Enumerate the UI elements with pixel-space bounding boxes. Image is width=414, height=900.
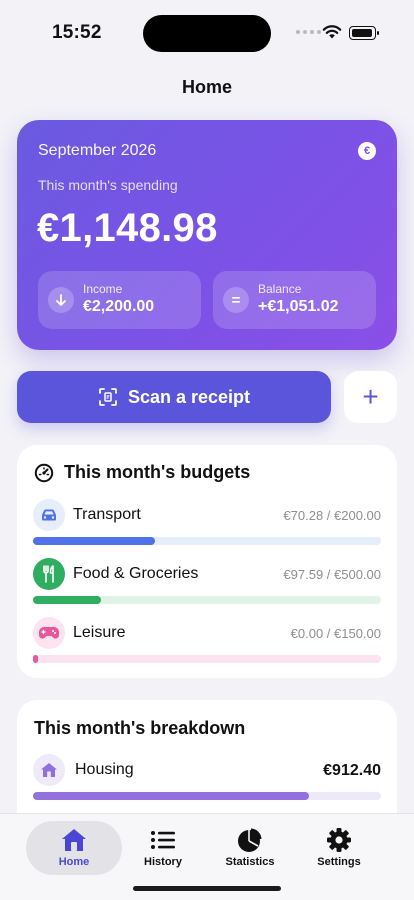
- budget-amount: €70.28 / €200.00: [283, 508, 381, 523]
- monthly-summary-card: September 2026 € This month's spending €…: [17, 120, 397, 350]
- budget-row-food[interactable]: Food & Groceries €97.59 / €500.00: [33, 558, 381, 608]
- budgets-title: This month's budgets: [64, 462, 251, 482]
- breakdown-progress-fill: [33, 792, 310, 800]
- cellular-signal-icon: [296, 30, 321, 34]
- house-icon: [33, 754, 65, 786]
- budget-amount: €0.00 / €150.00: [290, 626, 381, 641]
- budgets-header: This month's budgets: [34, 462, 250, 483]
- equals-icon: =: [223, 287, 249, 313]
- month-label: September 2026: [38, 142, 157, 159]
- wifi-icon: [322, 25, 342, 39]
- battery-icon: [349, 26, 379, 40]
- breakdown-progress-track: [33, 792, 381, 800]
- spending-label: This month's spending: [38, 177, 178, 193]
- spending-amount: €1,148.98: [37, 206, 218, 250]
- status-bar: 15:52: [0, 0, 414, 64]
- budget-progress-fill: [33, 537, 156, 545]
- house-icon: [62, 829, 86, 851]
- scan-icon: [99, 388, 117, 406]
- breakdown-row-housing[interactable]: Housing €912.40: [33, 754, 381, 804]
- budget-row-transport[interactable]: Transport €70.28 / €200.00: [33, 499, 381, 549]
- budget-progress-track: [33, 537, 381, 545]
- tab-label: Home: [58, 856, 90, 868]
- pie-chart-icon: [238, 828, 262, 852]
- tab-label: Statistics: [225, 856, 275, 868]
- breakdown-name: Housing: [75, 761, 134, 778]
- car-icon: [33, 499, 65, 531]
- budget-name: Food & Groceries: [73, 565, 199, 582]
- home-indicator: [133, 886, 281, 891]
- arrow-down-icon: [48, 287, 74, 313]
- utensils-icon: [33, 558, 65, 590]
- breakdown-amount: €912.40: [323, 762, 381, 779]
- tab-statistics[interactable]: Statistics: [202, 821, 298, 875]
- budget-progress-track: [33, 655, 381, 663]
- balance-value: +€1,051.02: [258, 298, 339, 315]
- income-label: Income: [83, 282, 123, 296]
- tab-history[interactable]: History: [115, 821, 211, 875]
- budget-progress-track: [33, 596, 381, 604]
- euro-icon[interactable]: €: [358, 142, 376, 160]
- plus-icon: +: [362, 381, 379, 412]
- page-title: Home: [181, 77, 232, 97]
- add-expense-button[interactable]: +: [344, 371, 397, 423]
- budget-row-leisure[interactable]: Leisure €0.00 / €150.00: [33, 617, 381, 667]
- scan-receipt-button[interactable]: Scan a receipt: [17, 371, 331, 423]
- gamepad-icon: [33, 617, 65, 649]
- tab-home[interactable]: Home: [26, 821, 122, 875]
- gear-icon: [327, 828, 351, 852]
- balance-card: = Balance +€1,051.02: [213, 271, 376, 329]
- budget-name: Leisure: [73, 624, 126, 641]
- budget-name: Transport: [73, 506, 141, 523]
- income-card: Income €2,200.00: [38, 271, 201, 329]
- tab-settings[interactable]: Settings: [291, 821, 387, 875]
- balance-label: Balance: [258, 282, 302, 296]
- budget-progress-fill: [33, 596, 101, 604]
- scan-receipt-label: Scan a receipt: [127, 386, 251, 407]
- budget-amount: €97.59 / €500.00: [283, 567, 381, 582]
- gauge-icon: [34, 463, 54, 482]
- income-value: €2,200.00: [83, 298, 155, 315]
- breakdown-title: This month's breakdown: [34, 718, 246, 738]
- budget-progress-fill: [33, 655, 39, 663]
- dynamic-island: [143, 15, 271, 52]
- budgets-card[interactable]: This month's budgets Transport €70.28 / …: [17, 445, 397, 678]
- status-time: 15:52: [52, 22, 102, 43]
- tab-label: Settings: [317, 856, 361, 868]
- list-icon: [151, 831, 175, 849]
- tab-label: History: [144, 856, 182, 868]
